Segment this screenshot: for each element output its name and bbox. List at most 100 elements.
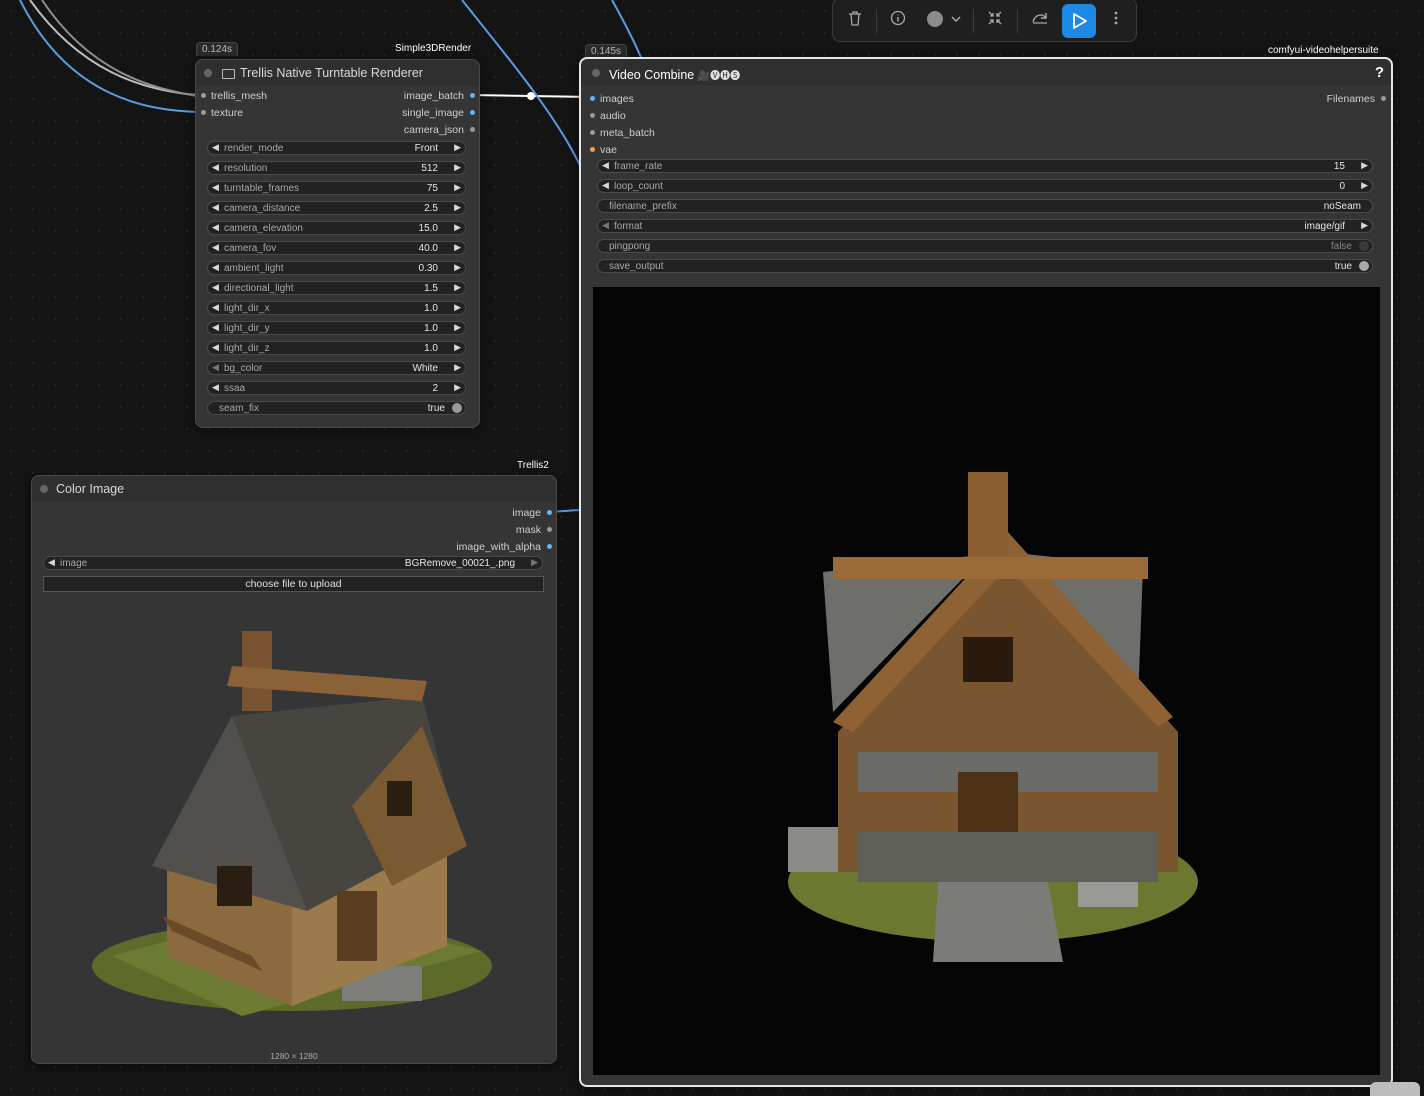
widget-filename-prefix[interactable]: filename_prefix noSeam [597, 199, 1373, 213]
increment-arrow-icon[interactable]: ▶ [454, 142, 461, 153]
decrement-arrow-icon[interactable]: ◀ [48, 557, 55, 568]
turntable-renderer-node[interactable]: Trellis Native Turntable Renderer trelli… [195, 59, 480, 428]
input-dot-images[interactable] [590, 96, 595, 101]
wire-reroute-dot [527, 92, 535, 100]
help-icon[interactable]: ? [1375, 64, 1384, 81]
increment-arrow-icon[interactable]: ▶ [454, 322, 461, 333]
input-dot-meta-batch[interactable] [590, 130, 595, 135]
more-icon[interactable] [1105, 10, 1127, 32]
decrement-arrow-icon[interactable]: ◀ [602, 180, 609, 191]
toggle-on-icon[interactable] [452, 403, 462, 413]
decrement-arrow-icon[interactable]: ◀ [212, 142, 219, 153]
collapse-dot[interactable] [40, 485, 48, 493]
color-circle-icon[interactable] [924, 10, 946, 32]
widget-directional-light[interactable]: ◀ directional_light 1.5 ▶ [207, 281, 466, 295]
increment-arrow-icon[interactable]: ▶ [454, 222, 461, 233]
bypass-icon[interactable] [1029, 10, 1051, 32]
input-vae: vae [600, 144, 617, 156]
collapse-icon[interactable] [984, 10, 1006, 32]
widget-image-select[interactable]: ◀ image BGRemove_00021_.png ▶ [43, 556, 543, 570]
increment-arrow-icon[interactable]: ▶ [454, 202, 461, 213]
image-size-label: 1280 × 1280 [270, 1051, 318, 1061]
decrement-arrow-icon[interactable]: ◀ [602, 160, 609, 171]
input-dot-audio[interactable] [590, 113, 595, 118]
increment-arrow-icon[interactable]: ▶ [454, 362, 461, 373]
decrement-arrow-icon[interactable]: ◀ [212, 282, 219, 293]
node-header[interactable]: Color Image [32, 476, 556, 502]
output-dot-filenames[interactable] [1381, 96, 1386, 101]
decrement-arrow-icon[interactable]: ◀ [212, 182, 219, 193]
output-dot-image-batch[interactable] [470, 93, 475, 98]
toolbar-separator [973, 9, 974, 33]
increment-arrow-icon[interactable]: ▶ [1361, 160, 1368, 171]
node-header[interactable]: Video Combine 🎥🅥🅗🅢 ? [581, 59, 1391, 85]
input-texture: texture [211, 107, 244, 119]
toggle-seam-fix[interactable]: seam_fix true [207, 401, 466, 415]
toggle-on-icon[interactable] [1359, 261, 1369, 271]
widget-ambient-light[interactable]: ◀ ambient_light 0.30 ▶ [207, 261, 466, 275]
color-image-node[interactable]: Color Image image mask image_with_alpha … [31, 475, 557, 1064]
chevron-down-icon[interactable] [945, 10, 967, 32]
widget-resolution[interactable]: ◀ resolution 512 ▶ [207, 161, 466, 175]
output-dot-image-with-alpha[interactable] [547, 544, 552, 549]
increment-arrow-icon[interactable]: ▶ [454, 162, 461, 173]
widget-frame-rate[interactable]: ◀ frame_rate 15 ▶ [597, 159, 1373, 173]
widget-loop-count[interactable]: ◀ loop_count 0 ▶ [597, 179, 1373, 193]
widget-turntable-frames[interactable]: ◀ turntable_frames 75 ▶ [207, 181, 466, 195]
collapse-dot[interactable] [592, 69, 600, 77]
decrement-arrow-icon[interactable]: ◀ [602, 220, 609, 231]
widget-ssaa[interactable]: ◀ ssaa 2 ▶ [207, 381, 466, 395]
widget-camera-distance[interactable]: ◀ camera_distance 2.5 ▶ [207, 201, 466, 215]
input-dot-texture[interactable] [201, 110, 206, 115]
decrement-arrow-icon[interactable]: ◀ [212, 342, 219, 353]
decrement-arrow-icon[interactable]: ◀ [212, 322, 219, 333]
decrement-arrow-icon[interactable]: ◀ [212, 302, 219, 313]
output-dot-image[interactable] [547, 510, 552, 515]
decrement-arrow-icon[interactable]: ◀ [212, 202, 219, 213]
increment-arrow-icon[interactable]: ▶ [454, 382, 461, 393]
widget-format[interactable]: ◀ format image/gif ▶ [597, 219, 1373, 233]
minimap-corner[interactable] [1370, 1082, 1420, 1096]
decrement-arrow-icon[interactable]: ◀ [212, 382, 219, 393]
widget-camera-fov[interactable]: ◀ camera_fov 40.0 ▶ [207, 241, 466, 255]
increment-arrow-icon[interactable]: ▶ [454, 182, 461, 193]
widget-light-dir-z[interactable]: ◀ light_dir_z 1.0 ▶ [207, 341, 466, 355]
widget-light-dir-x[interactable]: ◀ light_dir_x 1.0 ▶ [207, 301, 466, 315]
increment-arrow-icon[interactable]: ▶ [1361, 220, 1368, 231]
widget-render-mode[interactable]: ◀ render_mode Front ▶ [207, 141, 466, 155]
widget-bg-color[interactable]: ◀ bg_color White ▶ [207, 361, 466, 375]
node-header[interactable]: Trellis Native Turntable Renderer [196, 60, 479, 86]
decrement-arrow-icon[interactable]: ◀ [212, 242, 219, 253]
toggle-off-icon[interactable] [1359, 241, 1369, 251]
run-icon[interactable] [1062, 4, 1096, 38]
widget-light-dir-y[interactable]: ◀ light_dir_y 1.0 ▶ [207, 321, 466, 335]
increment-arrow-icon[interactable]: ▶ [454, 282, 461, 293]
output-dot-single-image[interactable] [470, 110, 475, 115]
output-dot-mask[interactable] [547, 527, 552, 532]
decrement-arrow-icon[interactable]: ◀ [212, 362, 219, 373]
trash-icon[interactable] [844, 10, 866, 32]
collapse-dot[interactable] [204, 69, 212, 77]
decrement-arrow-icon[interactable]: ◀ [212, 162, 219, 173]
decrement-arrow-icon[interactable]: ◀ [212, 222, 219, 233]
wire-image-batch [470, 94, 593, 98]
toggle-save-output[interactable]: save_output true [597, 259, 1373, 273]
increment-arrow-icon[interactable]: ▶ [1361, 180, 1368, 191]
video-preview[interactable] [593, 287, 1380, 1075]
node-source-badge: comfyui-videohelpersuite [1268, 45, 1379, 56]
upload-button[interactable]: choose file to upload [43, 576, 544, 592]
widget-camera-elevation[interactable]: ◀ camera_elevation 15.0 ▶ [207, 221, 466, 235]
toggle-pingpong[interactable]: pingpong false [597, 239, 1373, 253]
increment-arrow-icon[interactable]: ▶ [454, 262, 461, 273]
increment-arrow-icon[interactable]: ▶ [454, 242, 461, 253]
info-icon[interactable] [887, 10, 909, 32]
increment-arrow-icon[interactable]: ▶ [454, 302, 461, 313]
input-dot-vae[interactable] [590, 147, 595, 152]
increment-arrow-icon[interactable]: ▶ [454, 342, 461, 353]
output-dot-camera-json[interactable] [470, 127, 475, 132]
wire-blue-to-vae [461, 0, 584, 173]
input-dot-trellis-mesh[interactable] [201, 93, 206, 98]
increment-arrow-icon[interactable]: ▶ [531, 557, 538, 568]
video-combine-node[interactable]: Video Combine 🎥🅥🅗🅢 ? images audio meta_b… [579, 57, 1393, 1087]
decrement-arrow-icon[interactable]: ◀ [212, 262, 219, 273]
